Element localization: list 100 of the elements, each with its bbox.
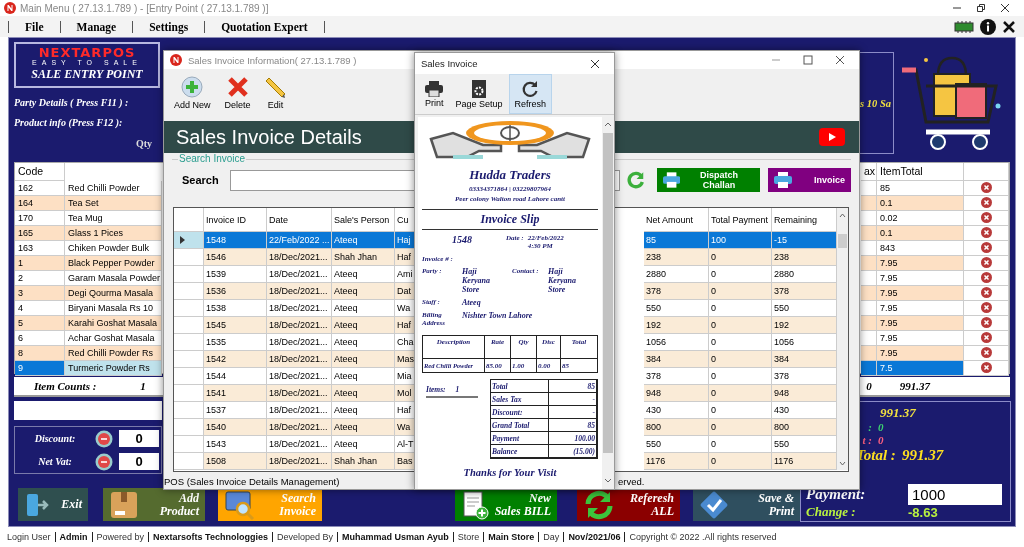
table-cell: Shah Jhan xyxy=(332,453,395,470)
table-cell: 192 xyxy=(772,317,837,334)
table-cell: -15 xyxy=(772,232,837,249)
table-cell: 0 xyxy=(709,283,772,300)
adjustment-label: Discount: xyxy=(33,433,77,444)
table-cell: Haf xyxy=(395,317,415,334)
table-cell: Mol xyxy=(395,385,415,402)
table-cell: 1545 xyxy=(204,317,267,334)
qty-label: Qty xyxy=(135,138,152,149)
status-text: Nextarsofts Technologgies xyxy=(148,532,272,542)
summary-label: : xyxy=(867,421,873,434)
status-text: Copyright © 2022 .All rights reserved xyxy=(624,532,781,542)
table-cell: Shah Jhan xyxy=(332,249,395,266)
table-cell: 1548 xyxy=(204,232,267,249)
table-cell: Haf xyxy=(395,249,415,266)
search-label: Search xyxy=(182,174,220,186)
summary-label: t : xyxy=(861,434,873,447)
column-header: Code xyxy=(15,162,65,181)
table-cell: 18/Dec/2021... xyxy=(267,351,332,368)
table-cell: 18/Dec/2021... xyxy=(267,317,332,334)
table-cell: Ateeq xyxy=(332,317,395,334)
status-text: Muhammad Usman Ayub xyxy=(336,532,453,542)
table-cell: 0 xyxy=(709,317,772,334)
summary-value: 991.37 xyxy=(880,405,916,421)
table-cell: Ateeq xyxy=(332,351,395,368)
product-info-label: Product info (Press F12 ): xyxy=(14,117,124,128)
table-cell: Chiken Powder Bulk xyxy=(65,240,162,256)
status-text: erved. xyxy=(618,476,646,487)
table-cell: 384 xyxy=(772,351,837,368)
window-title: Sales Invoice xyxy=(421,58,478,69)
tax-total: 0 xyxy=(866,379,872,392)
status-text: Developed By xyxy=(271,532,337,542)
table-cell: 0 xyxy=(709,419,772,436)
table-cell: 238 xyxy=(772,249,837,266)
table-cell: Biryani Masala Rs 10 xyxy=(65,300,162,316)
status-text: Store xyxy=(452,532,484,542)
table-cell: 948 xyxy=(644,385,709,402)
status-text: Login User xyxy=(6,532,52,542)
status-text: Admin xyxy=(54,532,92,542)
contact-name: Haji Keryana Store xyxy=(548,267,577,294)
table-cell: Ateeq xyxy=(332,283,395,300)
column-header: ItemTotal xyxy=(877,162,964,181)
table-cell: 1546 xyxy=(204,249,267,266)
table-cell: 378 xyxy=(644,283,709,300)
table-cell: 948 xyxy=(772,385,837,402)
table-cell: 800 xyxy=(644,419,709,436)
thank-you-note: Thanks for Your Visit xyxy=(462,467,558,478)
page-heading: Sales Invoice Details xyxy=(176,125,362,149)
item-counts-label: Item Counts : xyxy=(34,379,97,392)
table-cell: 1542 xyxy=(204,351,267,368)
table-cell: 22/Feb/2022 ... xyxy=(267,232,332,249)
table-cell: Mas xyxy=(395,351,415,368)
table-cell: 1536 xyxy=(204,283,267,300)
table-cell: 800 xyxy=(772,419,837,436)
table-cell: Ateeq xyxy=(332,419,395,436)
change-label: Change : xyxy=(806,504,857,521)
table-cell: 18/Dec/2021... xyxy=(267,385,332,402)
table-cell: 192 xyxy=(644,317,709,334)
table-cell: Red Chilli Powder xyxy=(65,180,162,196)
table-cell: 0 xyxy=(709,249,772,266)
billing-address: Nishter Town Lahore xyxy=(462,311,533,320)
grand-total: 991.37 xyxy=(899,379,930,392)
item-counts-value: 1 xyxy=(140,379,146,392)
table-cell: Dat xyxy=(395,283,415,300)
table-cell: 18/Dec/2021... xyxy=(267,419,332,436)
status-text: Nov/2021/06 xyxy=(563,532,625,542)
table-cell: Tea Mug xyxy=(65,210,162,226)
summary-value: 991.37 xyxy=(901,447,944,465)
table-cell: 100 xyxy=(709,232,772,249)
party-name: Haji Keryana Store xyxy=(462,267,491,294)
table-cell: Achar Goshat Masala xyxy=(65,330,162,346)
table-cell: Garam Masala Powder xyxy=(65,270,162,286)
status-text: POS (Sales Invoice Details Management) xyxy=(164,476,341,487)
table-cell: 0 xyxy=(709,351,772,368)
table-cell: 1541 xyxy=(204,385,267,402)
logo-text: NEXTARPOS xyxy=(38,46,136,59)
table-cell: Bas xyxy=(395,453,415,470)
group-title: Search Invoice xyxy=(178,153,247,164)
table-cell: 0 xyxy=(709,385,772,402)
table-cell: 384 xyxy=(644,351,709,368)
table-cell: Haj xyxy=(395,232,415,249)
table-cell: 1540 xyxy=(204,419,267,436)
summary-value: 0 xyxy=(878,434,884,447)
window-title: Main Menu ( 27.13.1.789 ) - [Entry Point ( 27.13.1.789 )] xyxy=(20,2,269,14)
table-cell: 18/Dec/2021... xyxy=(267,249,332,266)
window-title: Sales Invoice Information( 27.13.1.789 ) xyxy=(188,54,357,66)
table-cell: 1508 xyxy=(204,453,267,470)
table-cell: 378 xyxy=(772,283,837,300)
banner-text: s 10 Sa xyxy=(860,97,892,109)
table-cell: 1176 xyxy=(644,453,709,470)
column-header: ax xyxy=(861,162,877,181)
table-cell: 1176 xyxy=(772,453,837,470)
change-value: -8.63 xyxy=(908,504,938,520)
table-cell: Wa xyxy=(395,419,415,436)
table-cell: 18/Dec/2021... xyxy=(267,453,332,470)
table-cell: Ateeq xyxy=(332,232,395,249)
status-text: Powered by xyxy=(91,532,149,542)
status-text: Day xyxy=(538,532,564,542)
summary-value: 0 xyxy=(878,421,884,434)
shop-name: Hudda Traders xyxy=(468,167,552,183)
